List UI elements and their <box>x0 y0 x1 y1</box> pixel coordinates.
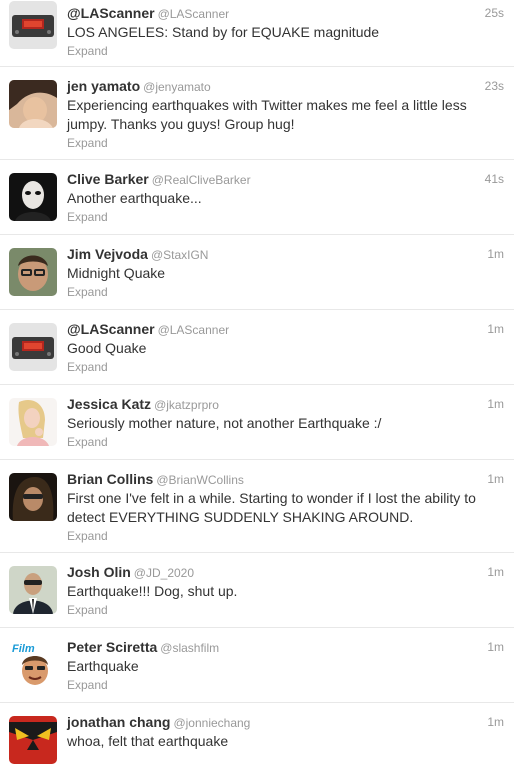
tweet-text: Experiencing earthquakes with Twitter ma… <box>67 97 467 132</box>
expand-link[interactable]: Expand <box>67 677 504 693</box>
tweet-timestamp[interactable]: 1m <box>487 320 504 338</box>
jonathan-chang-avatar[interactable] <box>9 716 57 764</box>
jessica-katz-avatar[interactable] <box>9 398 57 446</box>
tweet-timestamp[interactable]: 1m <box>487 713 504 731</box>
expand-link[interactable]: Expand <box>67 284 504 300</box>
tweet-text: Midnight Quake <box>67 265 166 281</box>
expand-link[interactable]: Expand <box>67 43 504 59</box>
tweet-item[interactable]: @LAScanner @LAScanner 25s LOS ANGELES: St… <box>0 0 514 67</box>
expand-link[interactable]: Expand <box>67 135 504 151</box>
tweet-author-name[interactable]: Jessica Katz <box>67 396 151 412</box>
tweet-author-handle[interactable]: @slashfilm <box>160 641 219 655</box>
tweet-item[interactable]: Film Peter Sciretta @slashfilm 1m Earthqu… <box>0 628 514 703</box>
expand-link[interactable]: Expand <box>67 359 504 375</box>
tweet-item[interactable]: Jim Vejvoda @StaxIGN 1m Midnight Quake Ex… <box>0 235 514 310</box>
tweet-timestamp[interactable]: 1m <box>487 395 504 413</box>
tweet-text: Seriously mother nature, not another Ear… <box>67 415 382 431</box>
tweet-text: First one I've felt in a while. Starting… <box>67 490 476 525</box>
tweet-author-handle[interactable]: @jenyamato <box>143 80 211 94</box>
jim-vejvoda-avatar[interactable] <box>9 248 57 296</box>
tweet-item[interactable]: Brian Collins @BrianWCollins 1m First one… <box>0 460 514 553</box>
tweet-timestamp[interactable]: 23s <box>485 77 504 95</box>
tweet-timestamp[interactable]: 1m <box>487 638 504 656</box>
tweet-timestamp[interactable]: 25s <box>485 4 504 22</box>
tweet-author-handle[interactable]: @BrianWCollins <box>156 473 244 487</box>
expand-link[interactable]: Expand <box>67 209 504 225</box>
tweet-text: Good Quake <box>67 340 147 356</box>
josh-olin-avatar[interactable] <box>9 566 57 614</box>
jen-yamato-avatar[interactable] <box>9 80 57 128</box>
tweet-text: Earthquake <box>67 658 139 674</box>
tweet-author-name[interactable]: jen yamato <box>67 78 140 94</box>
tweet-author-name[interactable]: Jim Vejvoda <box>67 246 148 262</box>
tweet-author-handle[interactable]: @StaxIGN <box>151 248 209 262</box>
slashfilm-avatar[interactable]: Film <box>9 641 57 689</box>
brian-collins-avatar[interactable] <box>9 473 57 521</box>
expand-link[interactable]: Expand <box>67 434 504 450</box>
tweet-item[interactable]: jen yamato @jenyamato 23s Experiencing ea… <box>0 67 514 160</box>
expand-link[interactable]: Expand <box>67 528 504 544</box>
tweet-timestamp[interactable]: 1m <box>487 470 504 488</box>
tweet-author-handle[interactable]: @jonniechang <box>173 716 250 730</box>
tweet-item[interactable]: Josh Olin @JD_2020 1m Earthquake!!! Dog, … <box>0 553 514 628</box>
tweet-item[interactable]: @LAScanner @LAScanner 1m Good Quake Expan… <box>0 310 514 385</box>
tweet-timestamp[interactable]: 1m <box>487 245 504 263</box>
tweet-author-handle[interactable]: @LAScanner <box>158 323 230 337</box>
tweet-text: whoa, felt that earthquake <box>67 733 229 749</box>
tweet-item[interactable]: Jessica Katz @jkatzprpro 1m Seriously mot… <box>0 385 514 460</box>
tweet-author-name[interactable]: Josh Olin <box>67 564 131 580</box>
tweet-text: Earthquake!!! Dog, shut up. <box>67 583 238 599</box>
tweet-author-name[interactable]: jonathan chang <box>67 714 170 730</box>
tweet-author-name[interactable]: Brian Collins <box>67 471 153 487</box>
tweet-text: LOS ANGELES: Stand by for EQUAKE magnitu… <box>67 24 380 40</box>
tweet-author-handle[interactable]: @RealCliveBarker <box>152 173 251 187</box>
tweet-item[interactable]: jonathan chang @jonniechang 1m whoa, felt… <box>0 703 514 778</box>
expand-link[interactable]: Expand <box>67 602 504 618</box>
tweet-author-handle[interactable]: @JD_2020 <box>134 566 194 580</box>
tweet-author-handle[interactable]: @jkatzprpro <box>154 398 219 412</box>
tweet-author-name[interactable]: @LAScanner <box>67 5 155 21</box>
tweet-timestamp[interactable]: 41s <box>485 170 504 188</box>
tweet-author-name[interactable]: Peter Sciretta <box>67 639 157 655</box>
scanner-avatar[interactable] <box>9 1 57 49</box>
tweet-author-name[interactable]: Clive Barker <box>67 171 149 187</box>
tweet-author-handle[interactable]: @LAScanner <box>158 7 230 21</box>
tweet-timeline: @LAScanner @LAScanner 25s LOS ANGELES: St… <box>0 0 514 778</box>
tweet-item[interactable]: Clive Barker @RealCliveBarker 41s Another… <box>0 160 514 235</box>
tweet-author-name[interactable]: @LAScanner <box>67 321 155 337</box>
clive-barker-avatar[interactable] <box>9 173 57 221</box>
tweet-text: Another earthquake... <box>67 190 202 206</box>
scanner-avatar[interactable] <box>9 323 57 371</box>
slashfilm-logo-text: Film <box>12 643 35 655</box>
tweet-timestamp[interactable]: 1m <box>487 563 504 581</box>
